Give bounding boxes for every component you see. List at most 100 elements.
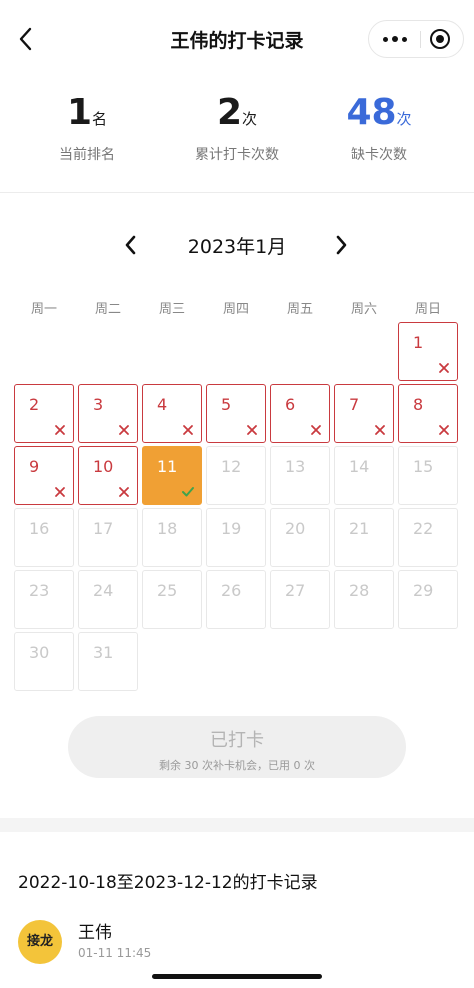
stat-missed: 48次 缺卡次数 <box>300 90 458 164</box>
day-number: 6 <box>285 395 296 414</box>
day-number: 2 <box>29 395 40 414</box>
calendar-day[interactable]: 19 <box>206 508 266 567</box>
weekday-label: 周一 <box>30 302 57 317</box>
calendar-day[interactable]: 11 <box>142 446 202 505</box>
day-number: 5 <box>221 395 232 414</box>
stat-total-value: 2 <box>216 92 243 133</box>
calendar-day[interactable]: 7 <box>334 384 394 443</box>
calendar-day[interactable]: 15 <box>398 446 458 505</box>
home-indicator <box>152 974 322 979</box>
missed-x-icon <box>119 425 129 435</box>
checkin-button-label: 已打卡 <box>210 730 264 751</box>
records-section: 2022-10-18至2023-12-12的打卡记录 接龙 王伟 01-11 1… <box>0 832 474 988</box>
checkin-button[interactable]: 已打卡 剩余 30 次补卡机会，已用 0 次 <box>68 716 406 778</box>
calendar-day[interactable]: 21 <box>334 508 394 567</box>
day-number: 25 <box>157 581 178 600</box>
calendar-grid: 1 2 3 4 5 6 7 8 9 10 11 12 13 14 15 16 17 18 19 20 21 22 23 24 2… <box>0 322 474 694</box>
calendar-day[interactable]: 25 <box>142 570 202 629</box>
day-number: 21 <box>349 519 370 538</box>
weekday-label: 周六 <box>350 302 377 317</box>
calendar-day[interactable]: 13 <box>270 446 330 505</box>
calendar-day[interactable]: 6 <box>270 384 330 443</box>
missed-x-icon <box>311 425 321 435</box>
calendar-card: 2023年1月 周一 周二 周三 周四 周五 周六 周日 1 2 3 4 5 6 7 8 9 10 11 12 13… <box>0 194 474 818</box>
missed-x-icon <box>375 425 385 435</box>
weekday-header: 周一 周二 周三 周四 周五 周六 周日 <box>6 298 468 318</box>
calendar-day[interactable]: 12 <box>206 446 266 505</box>
calendar-day[interactable]: 27 <box>270 570 330 629</box>
stat-total-unit: 次 <box>242 110 258 128</box>
calendar-day[interactable]: 2 <box>14 384 74 443</box>
calendar-day[interactable]: 20 <box>270 508 330 567</box>
missed-x-icon <box>439 363 449 373</box>
weekday-label: 周三 <box>158 302 185 317</box>
stat-total-checkins: 2次 累计打卡次数 <box>158 90 316 164</box>
stat-missed-unit: 次 <box>396 110 412 128</box>
month-nav: 2023年1月 <box>0 228 474 262</box>
day-number: 4 <box>157 395 168 414</box>
stat-rank-label: 当前排名 <box>59 147 115 163</box>
missed-x-icon <box>183 425 193 435</box>
day-number: 20 <box>285 519 306 538</box>
capsule-divider <box>420 31 421 48</box>
day-number: 8 <box>413 395 424 414</box>
calendar-day[interactable]: 30 <box>14 632 74 691</box>
calendar-day[interactable]: 18 <box>142 508 202 567</box>
day-number: 17 <box>93 519 114 538</box>
calendar-day[interactable]: 14 <box>334 446 394 505</box>
stat-rank-value: 1 <box>66 92 93 133</box>
day-number: 1 <box>413 333 424 352</box>
day-number: 22 <box>413 519 434 538</box>
day-number: 3 <box>93 395 104 414</box>
day-number: 31 <box>93 643 114 662</box>
calendar-day[interactable]: 10 <box>78 446 138 505</box>
calendar-day[interactable]: 28 <box>334 570 394 629</box>
missed-x-icon <box>119 487 129 497</box>
calendar-day[interactable]: 31 <box>78 632 138 691</box>
more-dots-icon[interactable] <box>369 21 421 57</box>
day-number: 12 <box>221 457 242 476</box>
day-number: 13 <box>285 457 306 476</box>
day-number: 19 <box>221 519 242 538</box>
check-icon <box>182 487 194 497</box>
day-number: 27 <box>285 581 306 600</box>
day-number: 9 <box>29 457 40 476</box>
calendar-day[interactable]: 29 <box>398 570 458 629</box>
day-number: 30 <box>29 643 50 662</box>
calendar-day[interactable]: 17 <box>78 508 138 567</box>
record-item[interactable]: 接龙 王伟 01-11 11:45 <box>18 916 458 966</box>
day-number: 10 <box>93 457 114 476</box>
calendar-day[interactable]: 9 <box>14 446 74 505</box>
next-month-icon[interactable] <box>327 231 355 259</box>
calendar-day[interactable]: 5 <box>206 384 266 443</box>
calendar-day[interactable]: 16 <box>14 508 74 567</box>
day-number: 11 <box>157 457 178 476</box>
weekday-label: 周四 <box>222 302 249 317</box>
day-number: 15 <box>413 457 434 476</box>
calendar-day[interactable]: 23 <box>14 570 74 629</box>
weekday-label: 周五 <box>286 302 313 317</box>
divider <box>0 192 474 193</box>
stat-total-label: 累计打卡次数 <box>195 147 279 163</box>
calendar-day[interactable]: 24 <box>78 570 138 629</box>
missed-x-icon <box>55 425 65 435</box>
calendar-day[interactable]: 4 <box>142 384 202 443</box>
avatar: 接龙 <box>18 920 62 964</box>
calendar-day[interactable]: 1 <box>398 322 458 381</box>
month-label: 2023年1月 <box>187 236 287 258</box>
stat-rank-unit: 名 <box>92 110 108 128</box>
calendar-day[interactable]: 22 <box>398 508 458 567</box>
calendar-day[interactable]: 26 <box>206 570 266 629</box>
missed-x-icon <box>439 425 449 435</box>
day-number: 23 <box>29 581 50 600</box>
day-number: 28 <box>349 581 370 600</box>
record-name: 王伟 <box>78 923 112 943</box>
calendar-day[interactable]: 3 <box>78 384 138 443</box>
missed-x-icon <box>247 425 257 435</box>
record-time: 01-11 11:45 <box>78 946 152 960</box>
weekday-label: 周日 <box>414 302 441 317</box>
calendar-day[interactable]: 8 <box>398 384 458 443</box>
target-icon[interactable] <box>430 29 450 49</box>
records-title: 2022-10-18至2023-12-12的打卡记录 <box>18 873 318 893</box>
day-number: 29 <box>413 581 434 600</box>
